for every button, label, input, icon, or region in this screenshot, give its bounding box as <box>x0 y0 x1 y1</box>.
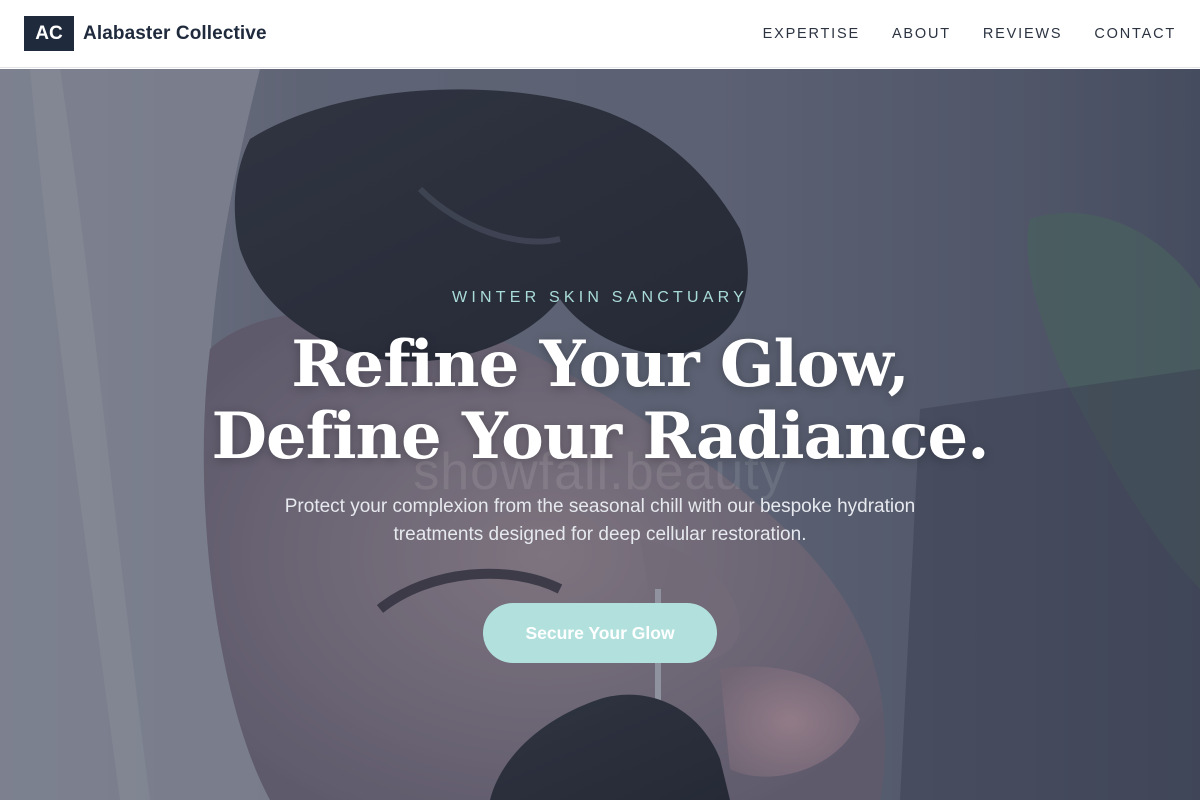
nav-item-about[interactable]: ABOUT <box>892 26 951 42</box>
hero-headline-line2: Define Your Radiance. <box>211 399 989 474</box>
main-nav: EXPERTISE ABOUT REVIEWS CONTACT <box>763 26 1176 42</box>
brand-logo[interactable]: AC Alabaster Collective <box>24 16 267 51</box>
hero-content: WINTER SKIN SANCTUARY Refine Your Glow, … <box>0 69 1200 800</box>
hero-headline-line1: Refine Your Glow, <box>291 327 909 402</box>
brand-monogram: AC <box>24 16 74 51</box>
hero-subtitle: Protect your complexion from the seasona… <box>284 496 916 545</box>
nav-item-expertise[interactable]: EXPERTISE <box>763 26 860 42</box>
hero-section: showfall.beauty WINTER SKIN SANCTUARY Re… <box>0 69 1200 800</box>
hero-eyebrow: WINTER SKIN SANCTUARY <box>452 289 748 306</box>
hero-headline: Refine Your Glow, Define Your Radiance. <box>211 327 989 474</box>
secure-your-glow-button[interactable]: Secure Your Glow <box>483 603 717 663</box>
brand-name: Alabaster Collective <box>83 22 267 44</box>
nav-item-reviews[interactable]: REVIEWS <box>983 26 1062 42</box>
nav-item-contact[interactable]: CONTACT <box>1094 26 1176 42</box>
site-header: AC Alabaster Collective EXPERTISE ABOUT … <box>0 0 1200 68</box>
